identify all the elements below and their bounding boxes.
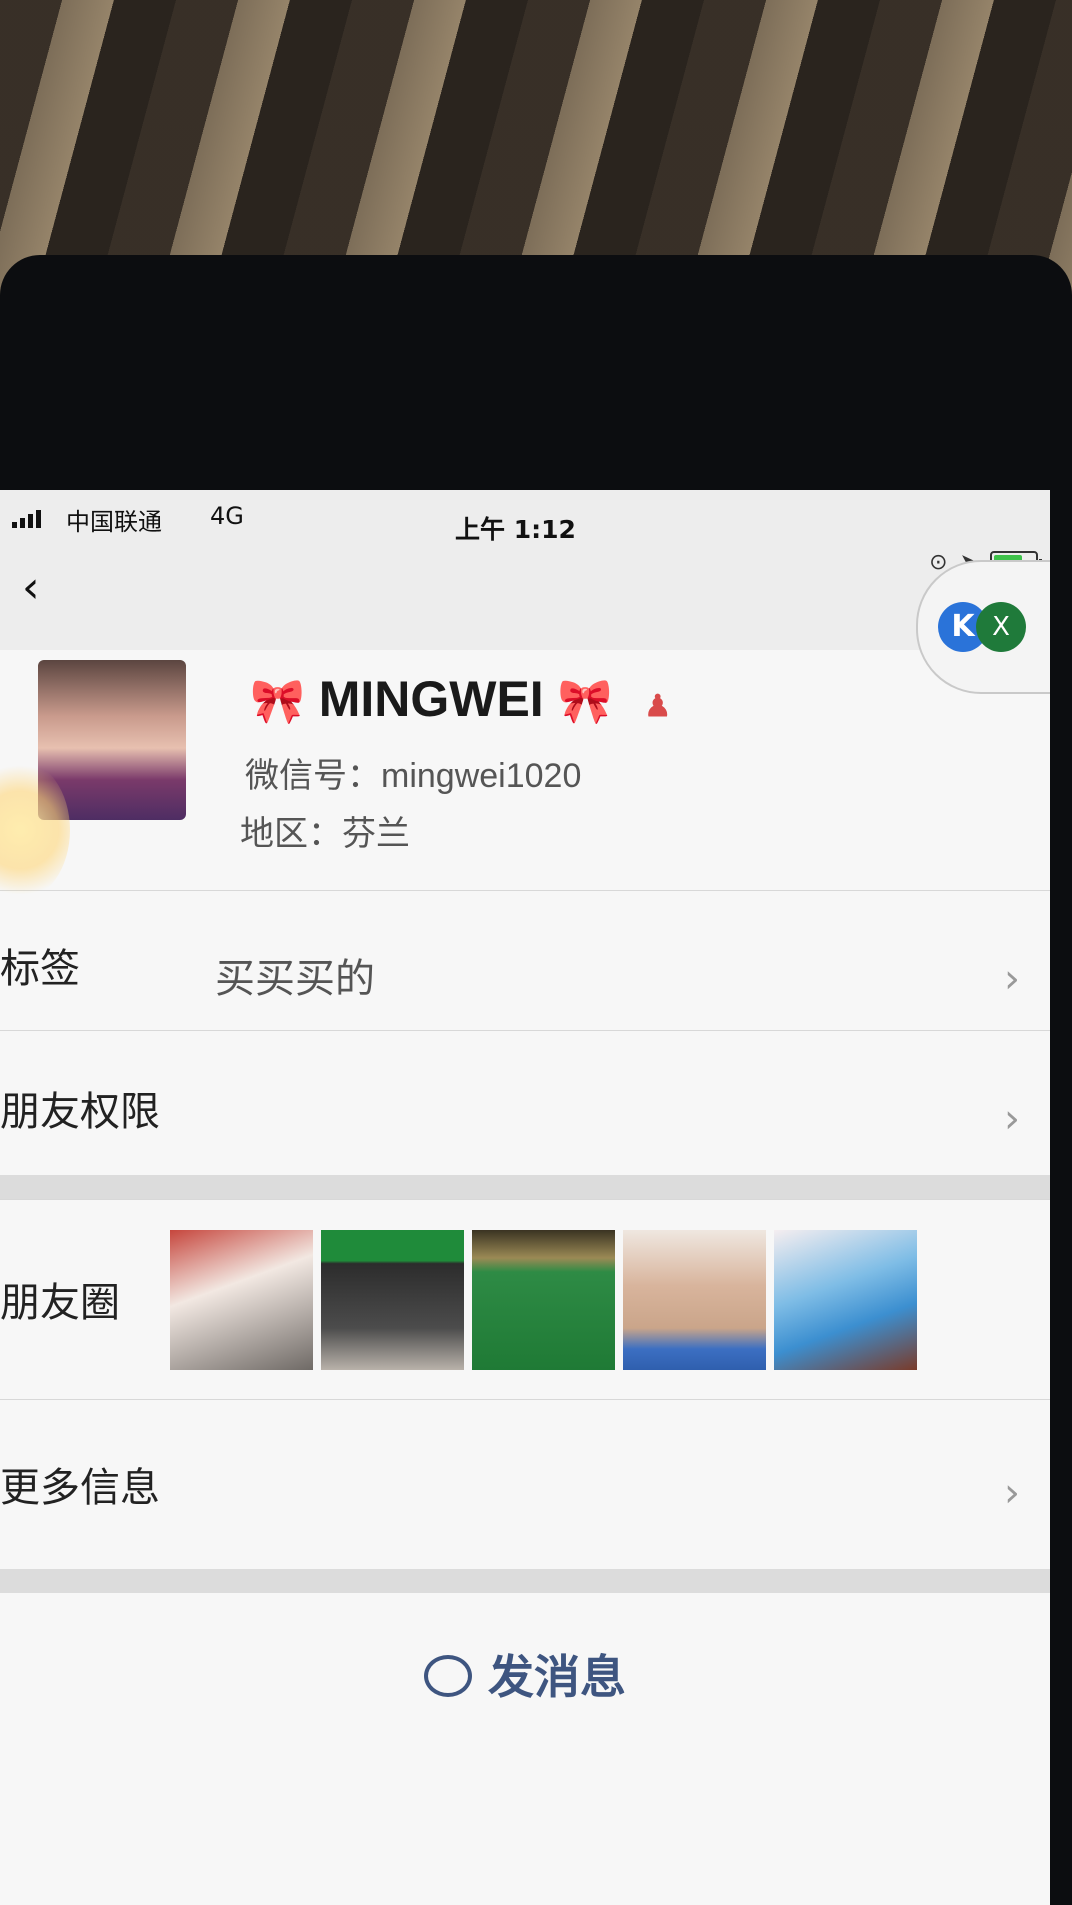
row-moments[interactable]: 朋友圈 (0, 1199, 1050, 1400)
moment-thumbnail (170, 1230, 313, 1370)
row-more-info[interactable]: 更多信息 › (0, 1399, 1050, 1570)
chevron-right-icon: › (1004, 1470, 1020, 1516)
row-tags[interactable]: 标签 买买买的 › (0, 890, 1050, 1031)
send-message-label: 发消息 (488, 1650, 626, 1704)
permissions-label: 朋友权限 (0, 1089, 160, 1135)
section-divider (0, 1175, 1050, 1199)
moment-thumbnail (623, 1230, 766, 1370)
chat-bubble-icon (424, 1655, 472, 1697)
tags-label: 标签 (0, 946, 80, 992)
send-message-button[interactable]: 发消息 (0, 1641, 1050, 1707)
profile-name: 🎀 MINGWEI 🎀 ♟ (250, 670, 671, 728)
status-bar: 中国联通 4G 上午 1:12 (0, 490, 1050, 550)
floating-assistant[interactable]: K X (916, 560, 1050, 694)
row-friend-permissions[interactable]: 朋友权限 › (0, 1030, 1050, 1176)
region: 地区：芬兰 (240, 814, 410, 854)
moments-thumbnails (170, 1230, 917, 1370)
back-icon[interactable]: ‹ (22, 562, 40, 613)
x-badge-icon: X (976, 602, 1026, 652)
phone-screen: 中国联通 4G 上午 1:12 ⊙ ➤ ‹ ••• 🎀 MINGWEI 🎀 ♟ … (0, 490, 1050, 1905)
bow-icon: 🎀 (557, 677, 613, 726)
profile-name-text: MINGWEI (318, 671, 544, 727)
more-info-label: 更多信息 (0, 1465, 160, 1511)
wechat-id: 微信号：mingwei1020 (245, 757, 582, 795)
send-message-section: 发消息 (0, 1593, 1050, 1905)
network-type: 4G (210, 502, 244, 530)
moment-thumbnail (321, 1230, 464, 1370)
signal-icon (12, 510, 41, 528)
bow-icon: 🎀 (250, 677, 305, 726)
moment-thumbnail (472, 1230, 615, 1370)
profile-header: 🎀 MINGWEI 🎀 ♟ 微信号：mingwei1020 地区：芬兰 (0, 650, 1050, 890)
chevron-right-icon: › (1004, 1096, 1020, 1142)
carrier-name: 中国联通 (66, 508, 162, 536)
moment-thumbnail (774, 1230, 917, 1370)
status-time: 上午 1:12 (455, 515, 576, 544)
tags-value: 买买买的 (215, 956, 375, 1002)
chevron-right-icon: › (1004, 956, 1020, 1002)
person-icon: ♟ (644, 690, 672, 723)
moments-label: 朋友圈 (0, 1280, 120, 1326)
section-divider (0, 1569, 1050, 1593)
